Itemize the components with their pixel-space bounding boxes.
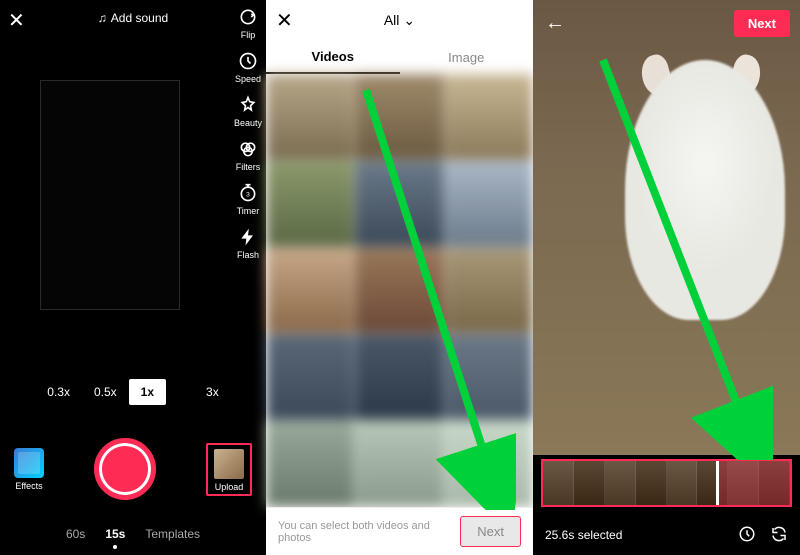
- album-dropdown[interactable]: All ⌄: [384, 12, 415, 29]
- zoom-3x[interactable]: 3x: [194, 379, 231, 405]
- dog-figure: [625, 60, 785, 320]
- close-icon[interactable]: ✕: [8, 8, 25, 33]
- chevron-down-icon: ⌄: [403, 12, 415, 29]
- camera-viewfinder: [40, 80, 180, 310]
- close-icon[interactable]: ✕: [276, 8, 293, 33]
- timeline-frame: [667, 461, 698, 505]
- media-cell[interactable]: [445, 74, 533, 160]
- media-cell[interactable]: [355, 248, 443, 334]
- upload-button[interactable]: Upload: [206, 443, 252, 496]
- media-cell[interactable]: [266, 421, 354, 507]
- media-cell[interactable]: [266, 74, 354, 160]
- zoom-1x[interactable]: 1x: [129, 379, 166, 405]
- media-cell[interactable]: [266, 334, 354, 420]
- media-cell[interactable]: [445, 334, 533, 420]
- timeline-frame: [574, 461, 605, 505]
- tab-videos[interactable]: Videos: [266, 40, 400, 74]
- selected-duration: 25.6s selected: [545, 528, 738, 542]
- media-cell[interactable]: [266, 161, 354, 247]
- timeline-frame: [636, 461, 667, 505]
- flip-tool[interactable]: Flip: [237, 6, 259, 40]
- music-note-icon: ♫: [98, 11, 107, 25]
- record-button[interactable]: [94, 438, 156, 500]
- add-sound-button[interactable]: ♫ Add sound: [98, 11, 168, 25]
- beauty-icon: [237, 94, 259, 116]
- media-cell[interactable]: [445, 421, 533, 507]
- next-button[interactable]: Next: [734, 10, 790, 37]
- picker-hint: You can select both videos and photos: [278, 520, 460, 544]
- mode-selector: 60s 15s Templates: [0, 527, 266, 541]
- camera-screen: ✕ ♫ Add sound Flip Speed Beauty Filters …: [0, 0, 266, 555]
- rotate-icon[interactable]: [770, 525, 788, 546]
- album-label: All: [384, 12, 400, 28]
- editor-footer: 25.6s selected: [533, 515, 800, 555]
- trim-timeline[interactable]: [541, 459, 792, 507]
- zoom-0-5x[interactable]: 0.5x: [82, 379, 129, 405]
- mode-15s[interactable]: 15s: [105, 527, 125, 541]
- next-button[interactable]: Next: [460, 516, 521, 547]
- camera-top-bar: ✕ ♫ Add sound: [0, 0, 266, 36]
- effects-label: Effects: [15, 481, 42, 491]
- effects-button[interactable]: Effects: [14, 448, 44, 491]
- picker-header: ✕ All ⌄: [266, 0, 533, 40]
- media-cell[interactable]: [355, 334, 443, 420]
- mode-60s[interactable]: 60s: [66, 527, 85, 541]
- media-cell[interactable]: [445, 248, 533, 334]
- timeline-frame: [605, 461, 636, 505]
- media-cell[interactable]: [445, 161, 533, 247]
- zoom-0-3x[interactable]: 0.3x: [35, 379, 82, 405]
- media-grid[interactable]: [266, 74, 533, 507]
- picker-tabs: Videos Image: [266, 40, 533, 74]
- filters-tool[interactable]: Filters: [236, 138, 261, 172]
- editor-screen: ← Next 25.6s selected: [533, 0, 800, 555]
- media-cell[interactable]: [266, 248, 354, 334]
- timer-tool[interactable]: 3 Timer: [237, 182, 260, 216]
- flash-icon: [237, 226, 259, 248]
- upload-thumb-icon: [214, 449, 244, 479]
- timer-icon: 3: [237, 182, 259, 204]
- picker-screen: ✕ All ⌄ Videos Image You can select both…: [266, 0, 533, 555]
- add-sound-label: Add sound: [111, 11, 168, 25]
- speed-label: Speed: [235, 74, 261, 84]
- flip-label: Flip: [241, 30, 256, 40]
- timeline-frame: [543, 461, 574, 505]
- speed-icon[interactable]: [738, 525, 756, 546]
- preview-photo: [533, 0, 800, 455]
- flash-label: Flash: [237, 250, 259, 260]
- effects-icon: [14, 448, 44, 478]
- tab-image[interactable]: Image: [400, 40, 534, 74]
- upload-label: Upload: [215, 482, 244, 492]
- picker-footer: You can select both videos and photos Ne…: [266, 507, 533, 555]
- trim-selection-handle[interactable]: [716, 461, 790, 505]
- camera-side-tools: Flip Speed Beauty Filters 3 Timer Flash: [234, 6, 262, 260]
- beauty-tool[interactable]: Beauty: [234, 94, 262, 128]
- speed-tool[interactable]: Speed: [235, 50, 261, 84]
- media-cell[interactable]: [355, 421, 443, 507]
- beauty-label: Beauty: [234, 118, 262, 128]
- filters-icon: [237, 138, 259, 160]
- editor-footer-icons: [738, 525, 788, 546]
- speed-icon: [237, 50, 259, 72]
- camera-bottom-row: Effects Upload: [0, 438, 266, 500]
- zoom-selector: 0.3x 0.5x 1x 3x: [0, 379, 266, 405]
- timer-label: Timer: [237, 206, 260, 216]
- flash-tool[interactable]: Flash: [237, 226, 259, 260]
- zoom-spacer: [166, 386, 194, 398]
- filters-label: Filters: [236, 162, 261, 172]
- back-icon[interactable]: ←: [545, 12, 565, 35]
- media-cell[interactable]: [355, 74, 443, 160]
- mode-templates[interactable]: Templates: [145, 527, 200, 541]
- media-cell[interactable]: [355, 161, 443, 247]
- svg-text:3: 3: [246, 191, 250, 198]
- flip-icon: [237, 6, 259, 28]
